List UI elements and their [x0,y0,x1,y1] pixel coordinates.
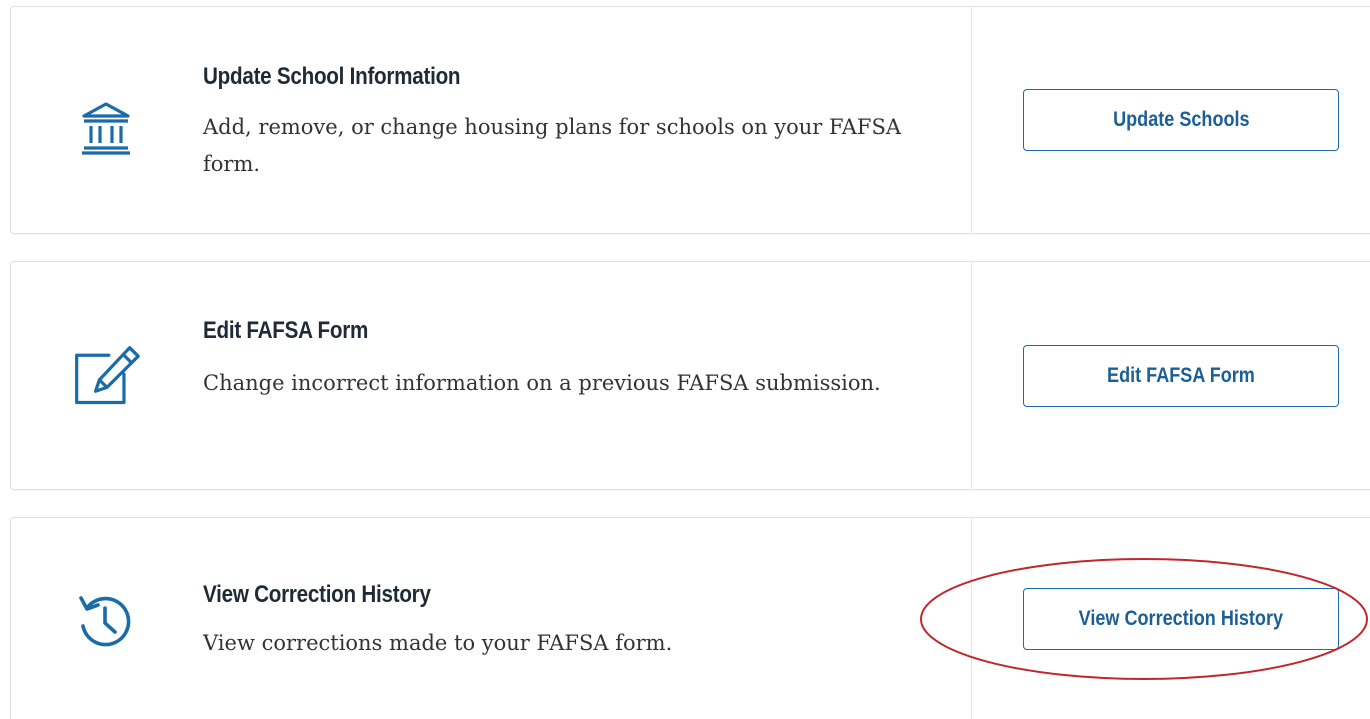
update-schools-button[interactable]: Update Schools [1023,89,1339,151]
card-view-correction-history: View Correction History View corrections… [10,517,1370,719]
card-title: Update School Information [203,63,461,90]
card-update-school-information: Update School Information Add, remove, o… [10,6,1370,234]
page: Update School Information Add, remove, o… [0,0,1370,719]
card-divider [971,518,972,719]
view-correction-history-button[interactable]: View Correction History [1023,588,1339,650]
button-label: View Correction History [1078,607,1284,630]
card-divider [971,7,972,233]
card-title: View Correction History [203,581,431,608]
card-edit-fafsa-form: Edit FAFSA Form Change incorrect informa… [10,261,1370,490]
card-title: Edit FAFSA Form [203,317,369,344]
edit-fafsa-form-button[interactable]: Edit FAFSA Form [1023,345,1339,407]
button-label: Update Schools [1112,108,1250,131]
card-divider [971,262,972,489]
bank-icon [71,93,141,163]
button-label: Edit FAFSA Form [1107,364,1255,387]
history-icon [71,586,141,656]
card-description: Change incorrect information on a previo… [203,371,881,395]
card-description: Add, remove, or change housing plans for… [203,115,902,176]
card-description: View corrections made to your FAFSA form… [203,631,673,655]
edit-icon [71,342,141,412]
